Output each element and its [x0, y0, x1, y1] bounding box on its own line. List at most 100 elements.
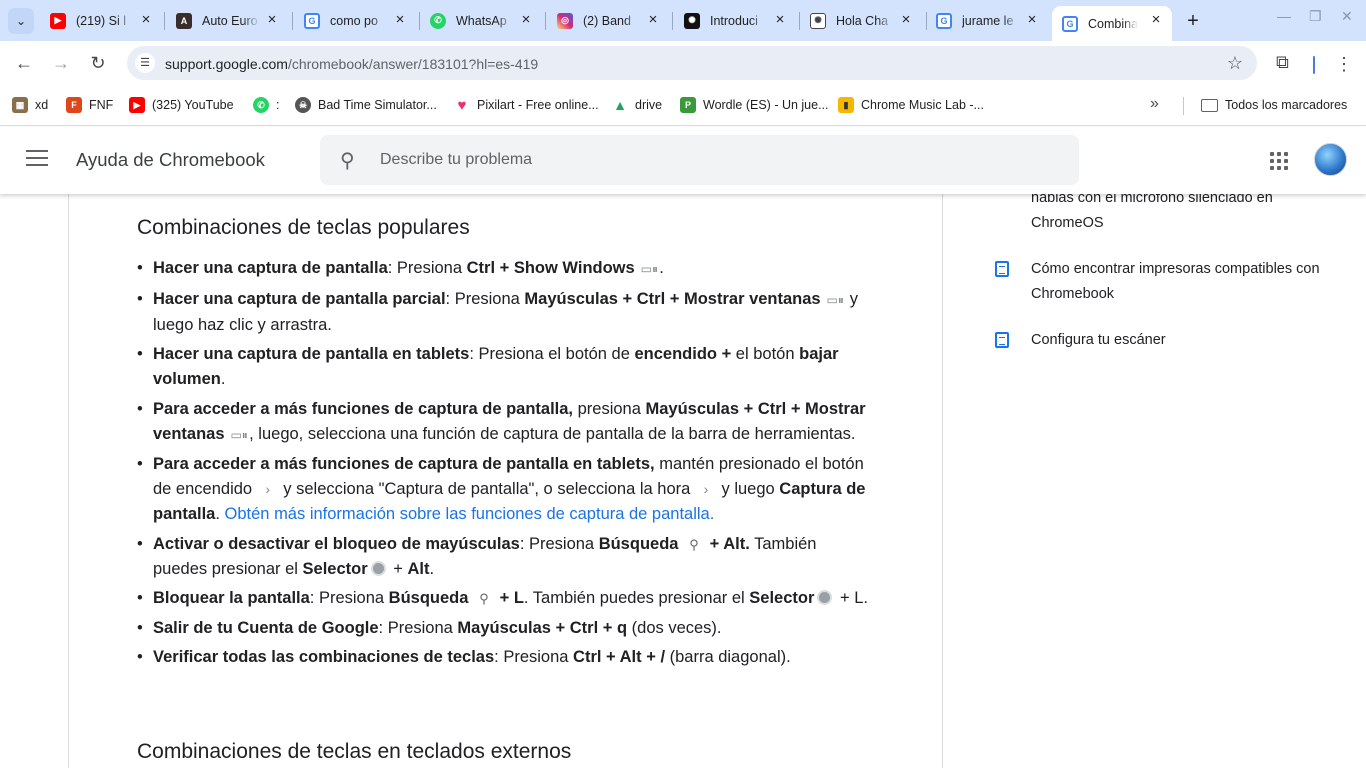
key-combo: Selector [302, 559, 368, 578]
close-icon[interactable]: × [392, 12, 408, 28]
close-icon[interactable]: × [1148, 12, 1164, 28]
bookmark-music-lab[interactable]: ▮ Chrome Music Lab -... [838, 96, 984, 114]
shortcut-name: Activar o desactivar el bloqueo de mayús… [153, 534, 520, 553]
bookmark-wordle[interactable]: P Wordle (ES) - Un jue... [680, 96, 829, 114]
address-bar[interactable]: ☰ support.google.com/chromebook/answer/1… [127, 46, 1257, 80]
avatar[interactable] [1314, 143, 1347, 176]
bookmark-pixilart[interactable]: ♥ Pixilart - Free online... [454, 96, 599, 114]
key-combo: Selector [749, 589, 815, 607]
search-input[interactable] [380, 148, 1040, 172]
text: . [215, 505, 225, 523]
related-link[interactable]: Configura tu escáner [1031, 332, 1166, 348]
bookmark-label: FNF [89, 98, 114, 112]
bookmark-xd[interactable]: ▦ xd [12, 96, 48, 114]
list-item: Hacer una captura de pantalla parcial: P… [137, 287, 873, 338]
show-windows-key-icon: ▭⏸ [640, 262, 658, 276]
text: (barra diagonal). [665, 648, 791, 666]
new-tab-button[interactable]: + [1182, 10, 1204, 32]
text: + [388, 559, 408, 578]
key-combo: Búsqueda [388, 589, 469, 607]
skull-icon: ☠ [295, 97, 311, 113]
related-link[interactable]: Cómo encontrar impresoras compatibles co… [1031, 261, 1320, 302]
help-header: Ayuda de Chromebook ⚲ [0, 127, 1366, 194]
list-item: Bloquear la pantalla: Presiona Búsqueda … [137, 586, 873, 611]
tab-divider [419, 12, 420, 30]
reload-icon[interactable]: ↻ [86, 51, 110, 75]
minimize-icon[interactable]: — [1277, 8, 1291, 24]
chevron-double-right-icon[interactable]: » [1150, 95, 1159, 113]
bookmark-drive[interactable]: ▲ drive [612, 96, 662, 114]
more-menu-icon[interactable]: ⋮ [1335, 50, 1353, 78]
hamburger-menu-icon[interactable] [26, 150, 48, 168]
shortcut-name: Salir de tu Cuenta de Google [153, 618, 379, 637]
related-item[interactable]: Configura tu escáner [990, 328, 1320, 353]
close-icon[interactable]: × [772, 12, 788, 28]
text: presiona [573, 399, 646, 418]
tab-combinaciones-active[interactable]: G Combina × [1052, 6, 1172, 41]
shortcut-name: Hacer una captura de pantalla parcial [153, 289, 446, 308]
chevron-right-icon: › [265, 481, 271, 497]
key-combo: + L [495, 589, 524, 607]
url-text[interactable]: support.google.com/chromebook/answer/183… [165, 56, 538, 72]
list-item: Para acceder a más funciones de captura … [137, 397, 873, 448]
close-icon[interactable]: × [518, 12, 534, 28]
help-center-title[interactable]: Ayuda de Chromebook [76, 149, 265, 171]
text: . [659, 259, 664, 277]
site-info-icon[interactable]: ☰ [135, 53, 155, 73]
related-link[interactable]: hablas con el micrófono silenciado en Ch… [1031, 190, 1273, 231]
text: . [429, 559, 435, 578]
bookmarks-bar: ▦ xd F FNF ▶ (325) YouTube ✆: ☠ Bad Time Sim… [0, 85, 1366, 126]
tab-whatsapp[interactable]: ✆ WhatsAp × [430, 6, 534, 35]
close-icon[interactable]: × [264, 12, 280, 28]
restore-icon[interactable]: ❐ [1309, 8, 1322, 25]
close-icon[interactable]: × [898, 12, 914, 28]
url-domain: support.google.com [165, 56, 288, 72]
tab-search-button[interactable]: ⌄ [8, 8, 34, 34]
openai-icon: ✺ [684, 12, 700, 29]
bookmark-star-icon[interactable]: ☆ [1227, 53, 1243, 74]
search-icon[interactable]: ⚲ [340, 148, 355, 173]
close-icon[interactable]: × [138, 12, 154, 28]
close-icon[interactable]: × [1024, 12, 1040, 28]
key-combo: Ctrl + Show Windows [466, 259, 635, 277]
bookmark-youtube[interactable]: ▶ (325) YouTube [129, 96, 234, 114]
tab-jurame[interactable]: G jurame le × [936, 6, 1040, 35]
tab-strip: ⌄ ▶ (219) Si l × A Auto Euro × G como po… [0, 0, 1366, 41]
list-item: Hacer una captura de pantalla en tablets… [137, 342, 873, 392]
back-arrow-icon[interactable]: ← [12, 51, 36, 75]
shortcut-name: Para acceder a más funciones de captura … [153, 399, 574, 418]
bookmark-bad-time[interactable]: ☠ Bad Time Simulator... [295, 96, 437, 114]
extensions-puzzle-icon[interactable]: ⧉ [1276, 52, 1289, 73]
close-icon[interactable]: × [645, 12, 661, 28]
tab-auto-euro[interactable]: A Auto Euro × [176, 6, 280, 35]
tab-label: jurame le [962, 13, 1014, 28]
show-windows-key-icon: ▭⏸ [230, 427, 248, 442]
bookmark-fnf[interactable]: F FNF [66, 96, 113, 114]
text: y selecciona "Captura de pantalla", o se… [278, 480, 695, 498]
forward-arrow-icon[interactable]: → [49, 51, 73, 75]
help-search-box[interactable]: ⚲ [320, 135, 1079, 185]
list-item: Verificar todas las combinaciones de tec… [137, 645, 873, 670]
bookmark-whatsapp[interactable]: ✆: [253, 96, 279, 114]
tab-divider [799, 12, 800, 30]
tab-instagram[interactable]: ◎ (2) Band × [557, 6, 661, 35]
window-close-icon[interactable]: ✕ [1341, 8, 1353, 25]
key-combo: encendido + [634, 345, 732, 363]
instagram-icon: ◎ [557, 12, 573, 29]
key-combo: Búsqueda [598, 534, 679, 553]
tab-hola-chat[interactable]: ✺ Hola Cha × [810, 6, 914, 35]
tab-youtube[interactable]: ▶ (219) Si l × [50, 6, 154, 35]
google-apps-icon[interactable] [1270, 152, 1288, 170]
shortcut-name: Para acceder a más funciones de captura … [153, 455, 655, 473]
key-combo: + Alt. [705, 534, 750, 553]
tab-introducing[interactable]: ✺ Introduci × [684, 6, 788, 35]
all-bookmarks-folder[interactable]: Todos los marcadores [1201, 96, 1347, 114]
learn-more-link[interactable]: Obtén más información sobre las funcione… [225, 505, 715, 523]
google-icon: G [304, 12, 320, 29]
article-content: Combinaciones de teclas populares Hacer … [68, 194, 943, 768]
related-item[interactable]: Cómo encontrar impresoras compatibles co… [990, 257, 1320, 307]
text: : Presiona [309, 589, 389, 607]
bookmark-label: Chrome Music Lab -... [861, 98, 984, 112]
toolbar-divider [1313, 56, 1315, 74]
tab-como-po[interactable]: G como po × [304, 6, 408, 35]
